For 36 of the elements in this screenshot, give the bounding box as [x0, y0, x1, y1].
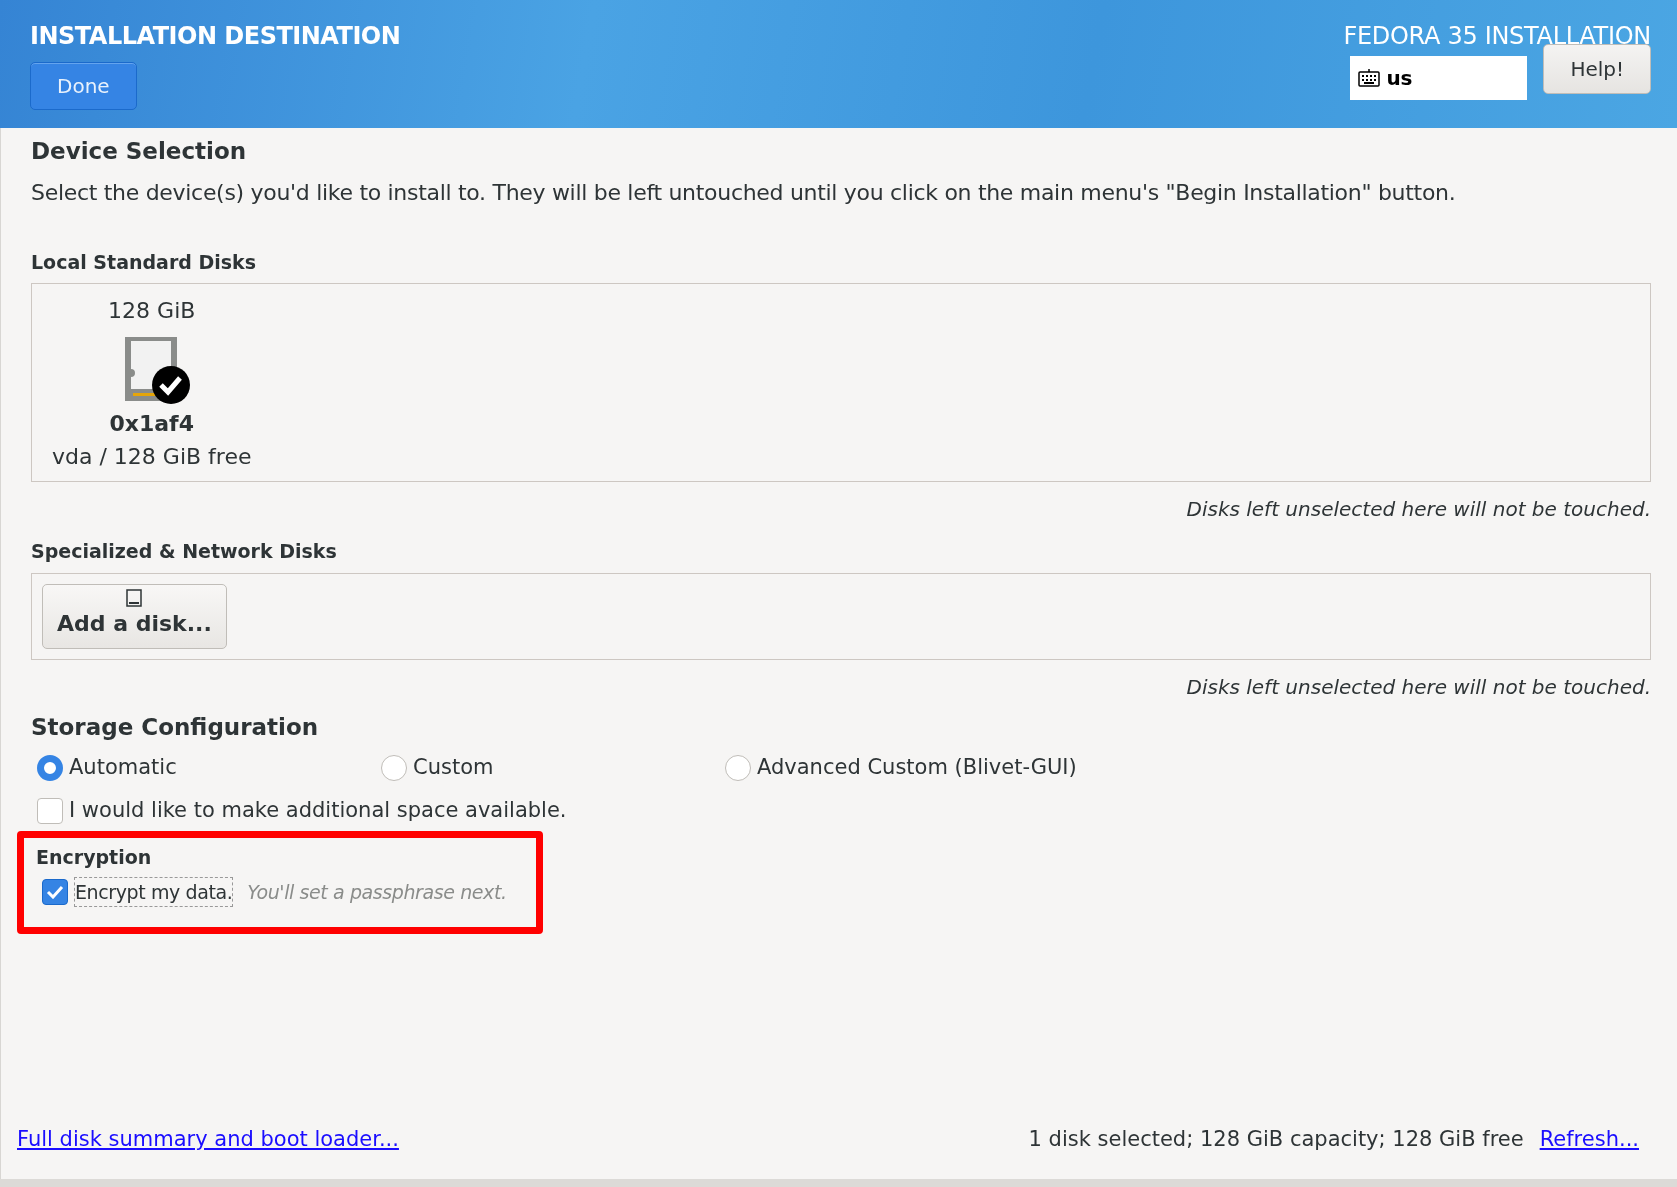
section-heading: Specialized & Network Disks: [31, 540, 338, 564]
radio-button[interactable]: [725, 754, 751, 781]
radio-button[interactable]: [381, 754, 407, 781]
refresh-link[interactable]: Refresh...: [1539, 1123, 1639, 1155]
note-text: Disks left unselected here will not be touched.: [1185, 674, 1651, 702]
status-text: 1 disk selected; 128 GiB capacity; 128 GiB free: [1028, 1125, 1524, 1153]
hint-text: You'll set a passphrase next.: [247, 879, 507, 905]
checkbox-label[interactable]: Encrypt my data.: [74, 876, 234, 908]
disk-item[interactable]: 128 GiB 0x1af4 vda / 128 GiB free: [52, 294, 252, 474]
checkmark-icon: [46, 884, 64, 899]
description-text: Select the device(s) you'd like to install to. They will be left untouched until you click on the main menu's "Begin Installation" button.: [31, 178, 1457, 207]
radio-label: Advanced Custom (Blivet-GUI): [757, 753, 1077, 781]
section-heading: Storage Configuration: [31, 714, 320, 742]
section-heading: Device Selection: [31, 138, 248, 166]
summary-link[interactable]: Full disk summary and boot loader...: [17, 1123, 399, 1155]
section-heading: Encryption: [36, 845, 153, 869]
checkbox-label: I would like to make additional space available.: [69, 797, 567, 825]
disk-size: 128 GiB: [108, 297, 196, 326]
section-heading: Local Standard Disks: [31, 250, 258, 274]
radio-option[interactable]: Custom: [381, 751, 725, 784]
radio-button[interactable]: [37, 754, 63, 781]
keyboard-icon: [1358, 69, 1381, 87]
keyboard-layout-text: us: [1386, 65, 1413, 92]
disk-details: vda / 128 GiB free: [52, 443, 252, 472]
radio-option[interactable]: Advanced Custom (Blivet-GUI): [725, 751, 1651, 784]
checkbox[interactable]: [42, 878, 68, 905]
add-disk-button[interactable]: Add a disk...: [42, 584, 227, 650]
keyboard-layout-field[interactable]: us: [1350, 56, 1528, 100]
radio-label: Custom: [413, 753, 494, 781]
checkbox[interactable]: [37, 798, 63, 825]
radio-label: Automatic: [69, 753, 177, 781]
page-title: INSTALLATION DESTINATION: [30, 21, 401, 52]
disk-name: 0x1af4: [109, 410, 194, 439]
help-button[interactable]: Help!: [1543, 44, 1651, 94]
note-text: Disks left unselected here will not be touched.: [1185, 496, 1651, 524]
radio-option[interactable]: Automatic: [37, 751, 381, 784]
